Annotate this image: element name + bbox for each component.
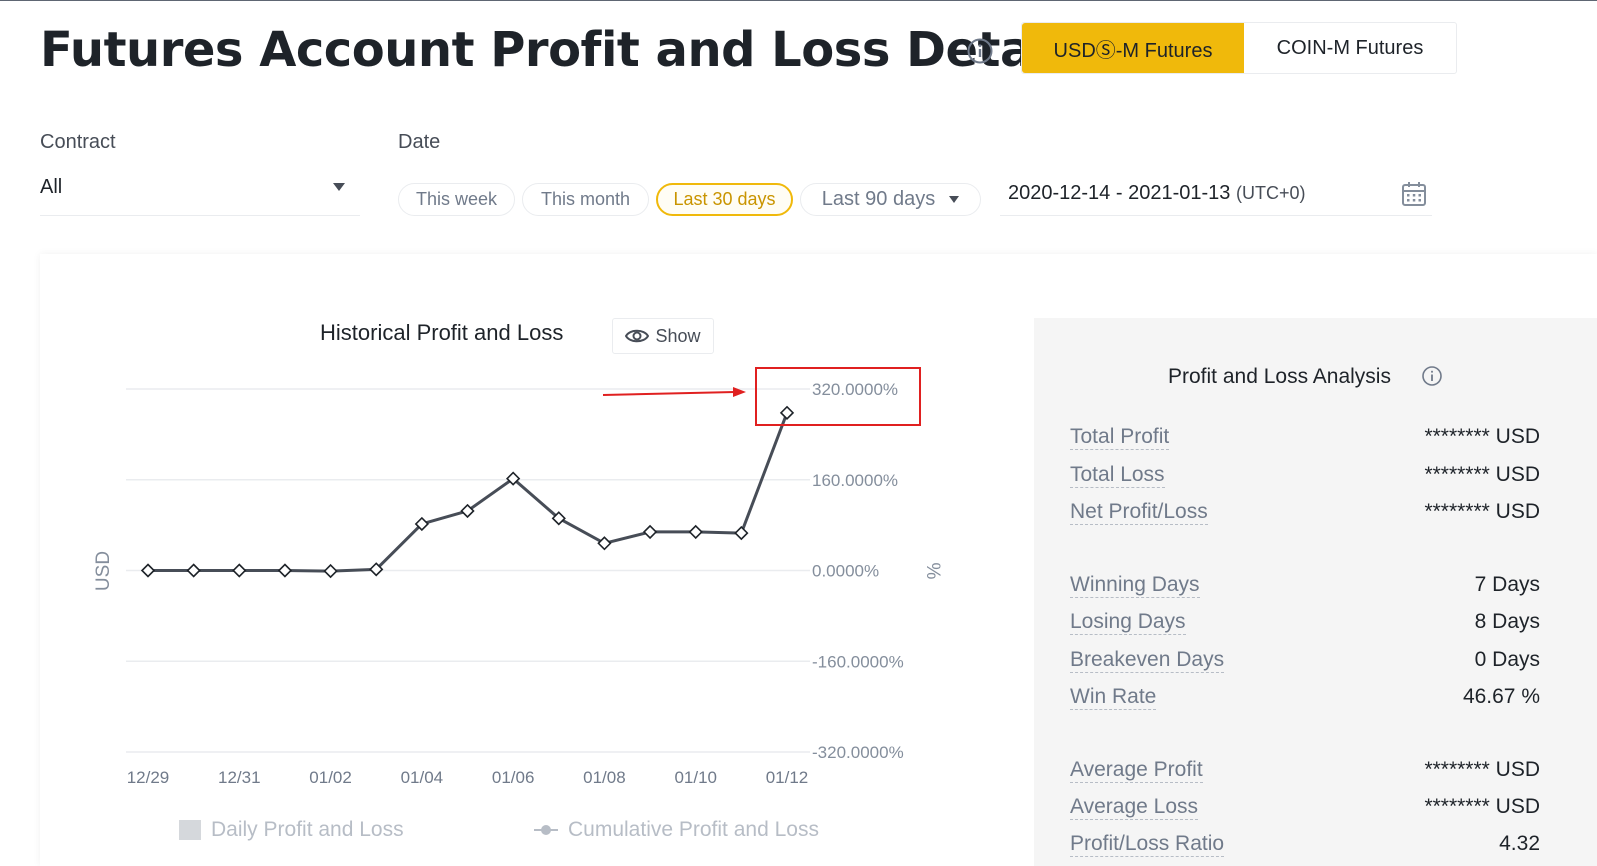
analysis-label-average-profit[interactable]: Average Profit bbox=[1070, 758, 1203, 783]
analysis-label-losing-days[interactable]: Losing Days bbox=[1070, 610, 1186, 635]
analysis-label-winning-days[interactable]: Winning Days bbox=[1070, 573, 1200, 598]
analysis-value-pnl-ratio: 4.32 bbox=[1499, 832, 1540, 855]
x-tick-label: 01/10 bbox=[674, 768, 717, 787]
x-tick-label: 01/04 bbox=[401, 768, 444, 787]
data-point[interactable] bbox=[597, 536, 612, 551]
annotation-arrow bbox=[602, 391, 736, 396]
y-tick-label: -160.0000% bbox=[812, 652, 904, 671]
data-point[interactable] bbox=[323, 563, 338, 579]
legend-daily-label: Daily Profit and Loss bbox=[211, 818, 404, 841]
legend-cumulative-label: Cumulative Profit and Loss bbox=[568, 818, 819, 841]
line-legend-icon bbox=[534, 825, 558, 835]
bar-legend-icon bbox=[179, 820, 201, 840]
data-point[interactable] bbox=[779, 405, 795, 420]
data-point[interactable] bbox=[734, 525, 749, 541]
data-point[interactable] bbox=[277, 563, 293, 578]
legend-daily[interactable]: Daily Profit and Loss bbox=[179, 818, 404, 842]
analysis-title: Profit and Loss Analysis bbox=[1168, 365, 1391, 388]
data-point[interactable] bbox=[232, 563, 247, 578]
x-tick-label: 12/29 bbox=[127, 768, 170, 787]
y-axis-left-label: USD bbox=[93, 551, 114, 591]
y-tick-label: 320.0000% bbox=[812, 380, 898, 399]
y-axis-right-label: % bbox=[922, 563, 943, 580]
analysis-value-losing-days: 8 Days bbox=[1474, 610, 1540, 633]
analysis-value-breakeven-days: 0 Days bbox=[1474, 648, 1540, 671]
analysis-value-winning-days: 7 Days bbox=[1474, 573, 1540, 596]
x-tick-label: 01/12 bbox=[766, 768, 809, 787]
analysis-label-total-loss[interactable]: Total Loss bbox=[1070, 463, 1165, 488]
info-icon[interactable] bbox=[1421, 365, 1443, 387]
data-point[interactable] bbox=[186, 563, 201, 578]
analysis-label-breakeven-days[interactable]: Breakeven Days bbox=[1070, 648, 1225, 673]
x-tick-label: 01/08 bbox=[583, 768, 626, 787]
analysis-value-average-loss: ******** USD bbox=[1424, 795, 1540, 818]
analysis-value-win-rate: 46.67 % bbox=[1462, 685, 1540, 708]
analysis-label-win-rate[interactable]: Win Rate bbox=[1070, 685, 1157, 710]
analysis-value-average-profit: ******** USD bbox=[1424, 758, 1540, 781]
x-tick-label: 01/06 bbox=[492, 768, 535, 787]
analysis-label-average-loss[interactable]: Average Loss bbox=[1070, 795, 1199, 820]
analysis-label-pnl-ratio[interactable]: Profit/Loss Ratio bbox=[1070, 832, 1225, 857]
data-point[interactable] bbox=[140, 563, 156, 578]
x-tick-label: 01/02 bbox=[309, 768, 352, 787]
analysis-label-net-pnl[interactable]: Net Profit/Loss bbox=[1070, 500, 1208, 525]
analysis-value-net-pnl: ******** USD bbox=[1424, 500, 1540, 523]
analysis-value-total-loss: ******** USD bbox=[1424, 463, 1540, 486]
data-point[interactable] bbox=[688, 524, 703, 540]
legend-cumulative[interactable]: Cumulative Profit and Loss bbox=[534, 818, 819, 842]
x-tick-label: 12/31 bbox=[218, 768, 261, 787]
y-tick-label: 0.0000% bbox=[812, 562, 879, 581]
y-tick-label: 160.0000% bbox=[812, 471, 898, 490]
data-point[interactable] bbox=[642, 524, 658, 540]
analysis-label-total-profit[interactable]: Total Profit bbox=[1070, 425, 1170, 450]
y-tick-label: -320.0000% bbox=[812, 743, 904, 762]
series-line bbox=[148, 412, 789, 573]
analysis-value-total-profit: ******** USD bbox=[1424, 425, 1540, 448]
